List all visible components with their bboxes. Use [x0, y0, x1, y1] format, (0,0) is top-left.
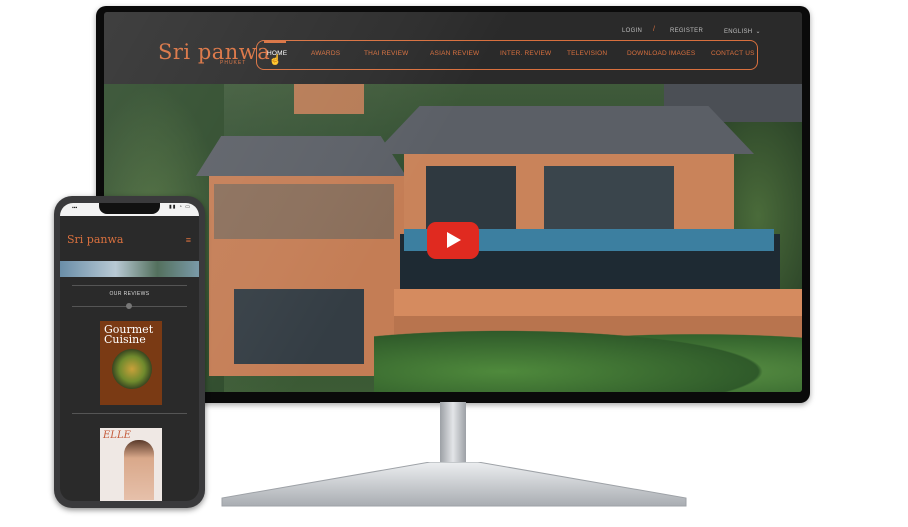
monitor-stand-neck [440, 402, 466, 466]
hero-background-building [294, 84, 364, 114]
mobile-phone: ▪▪▪ ▮▮ ◔ ▭ Sri panwa ≡ OUR REVIEWS Gourm… [54, 196, 205, 508]
magazine-food-image [112, 349, 152, 389]
login-link[interactable]: LOGIN [622, 28, 642, 34]
language-label: ENGLISH [724, 29, 753, 35]
nav-television[interactable]: TELEVISION [567, 50, 607, 57]
language-selector[interactable]: ENGLISH ⌄ [724, 28, 761, 35]
nav-inter-review[interactable]: INTER. REVIEW [500, 50, 551, 57]
hero-plants [374, 324, 802, 392]
chevron-down-icon: ⌄ [755, 29, 761, 35]
magazine-cover-model [124, 440, 154, 500]
status-clock-icon: ▪▪▪ [72, 205, 78, 211]
villa-window [234, 289, 364, 364]
util-separator: / [653, 26, 655, 33]
mobile-screen: ▪▪▪ ▮▮ ◔ ▭ Sri panwa ≡ OUR REVIEWS Gourm… [60, 203, 199, 501]
site-header: Sri panwa PHUKET LOGIN / REGISTER ENGLIS… [104, 12, 802, 84]
our-reviews-heading: OUR REVIEWS [109, 291, 150, 297]
play-icon [447, 232, 461, 248]
review-magazine-cover[interactable]: Gourmet Cuisine [100, 321, 162, 405]
villa-window [544, 166, 674, 232]
nav-thai-review[interactable]: THAI REVIEW [364, 50, 408, 57]
mobile-hero-banner[interactable] [60, 261, 199, 277]
site-logo[interactable]: Sri panwa [158, 40, 270, 64]
divider [72, 413, 187, 414]
signal-wifi-battery-icon: ▮▮ ◔ ▭ [168, 204, 191, 210]
villa-terrace [394, 289, 802, 317]
mobile-status-bar: ▪▪▪ ▮▮ ◔ ▭ [60, 203, 199, 216]
carousel-dot[interactable] [126, 303, 132, 309]
nav-active-indicator [264, 41, 286, 43]
review-magazine-cover[interactable]: ELLE [100, 428, 162, 501]
villa-deck [214, 184, 394, 239]
monitor-stand-base [218, 462, 690, 512]
magazine-title: Gourmet Cuisine [104, 324, 153, 346]
magazine-title-line2: Cuisine [104, 333, 146, 346]
hand-cursor-icon: ☝ [269, 55, 282, 66]
desktop-screen: Sri panwa PHUKET LOGIN / REGISTER ENGLIS… [104, 12, 802, 392]
site-logo-subtitle: PHUKET [220, 60, 247, 66]
phone-notch [99, 203, 160, 214]
nav-contact-us[interactable]: CONTACT US [711, 50, 755, 57]
magazine-title: ELLE [103, 430, 131, 441]
nav-asian-review[interactable]: ASIAN REVIEW [430, 50, 479, 57]
villa-roof [374, 106, 754, 154]
mobile-logo[interactable]: Sri panwa [67, 233, 123, 246]
play-button[interactable] [427, 222, 479, 259]
register-link[interactable]: REGISTER [670, 28, 703, 34]
nav-awards[interactable]: AWARDS [311, 50, 340, 57]
main-nav: HOME ☝ AWARDS THAI REVIEW ASIAN REVIEW I… [256, 40, 758, 70]
hero-video[interactable] [104, 84, 802, 392]
divider [72, 285, 187, 286]
nav-download-images[interactable]: DOWNLOAD IMAGES [627, 50, 695, 57]
hamburger-menu-icon[interactable]: ≡ [186, 235, 191, 245]
villa-roof [196, 136, 406, 176]
